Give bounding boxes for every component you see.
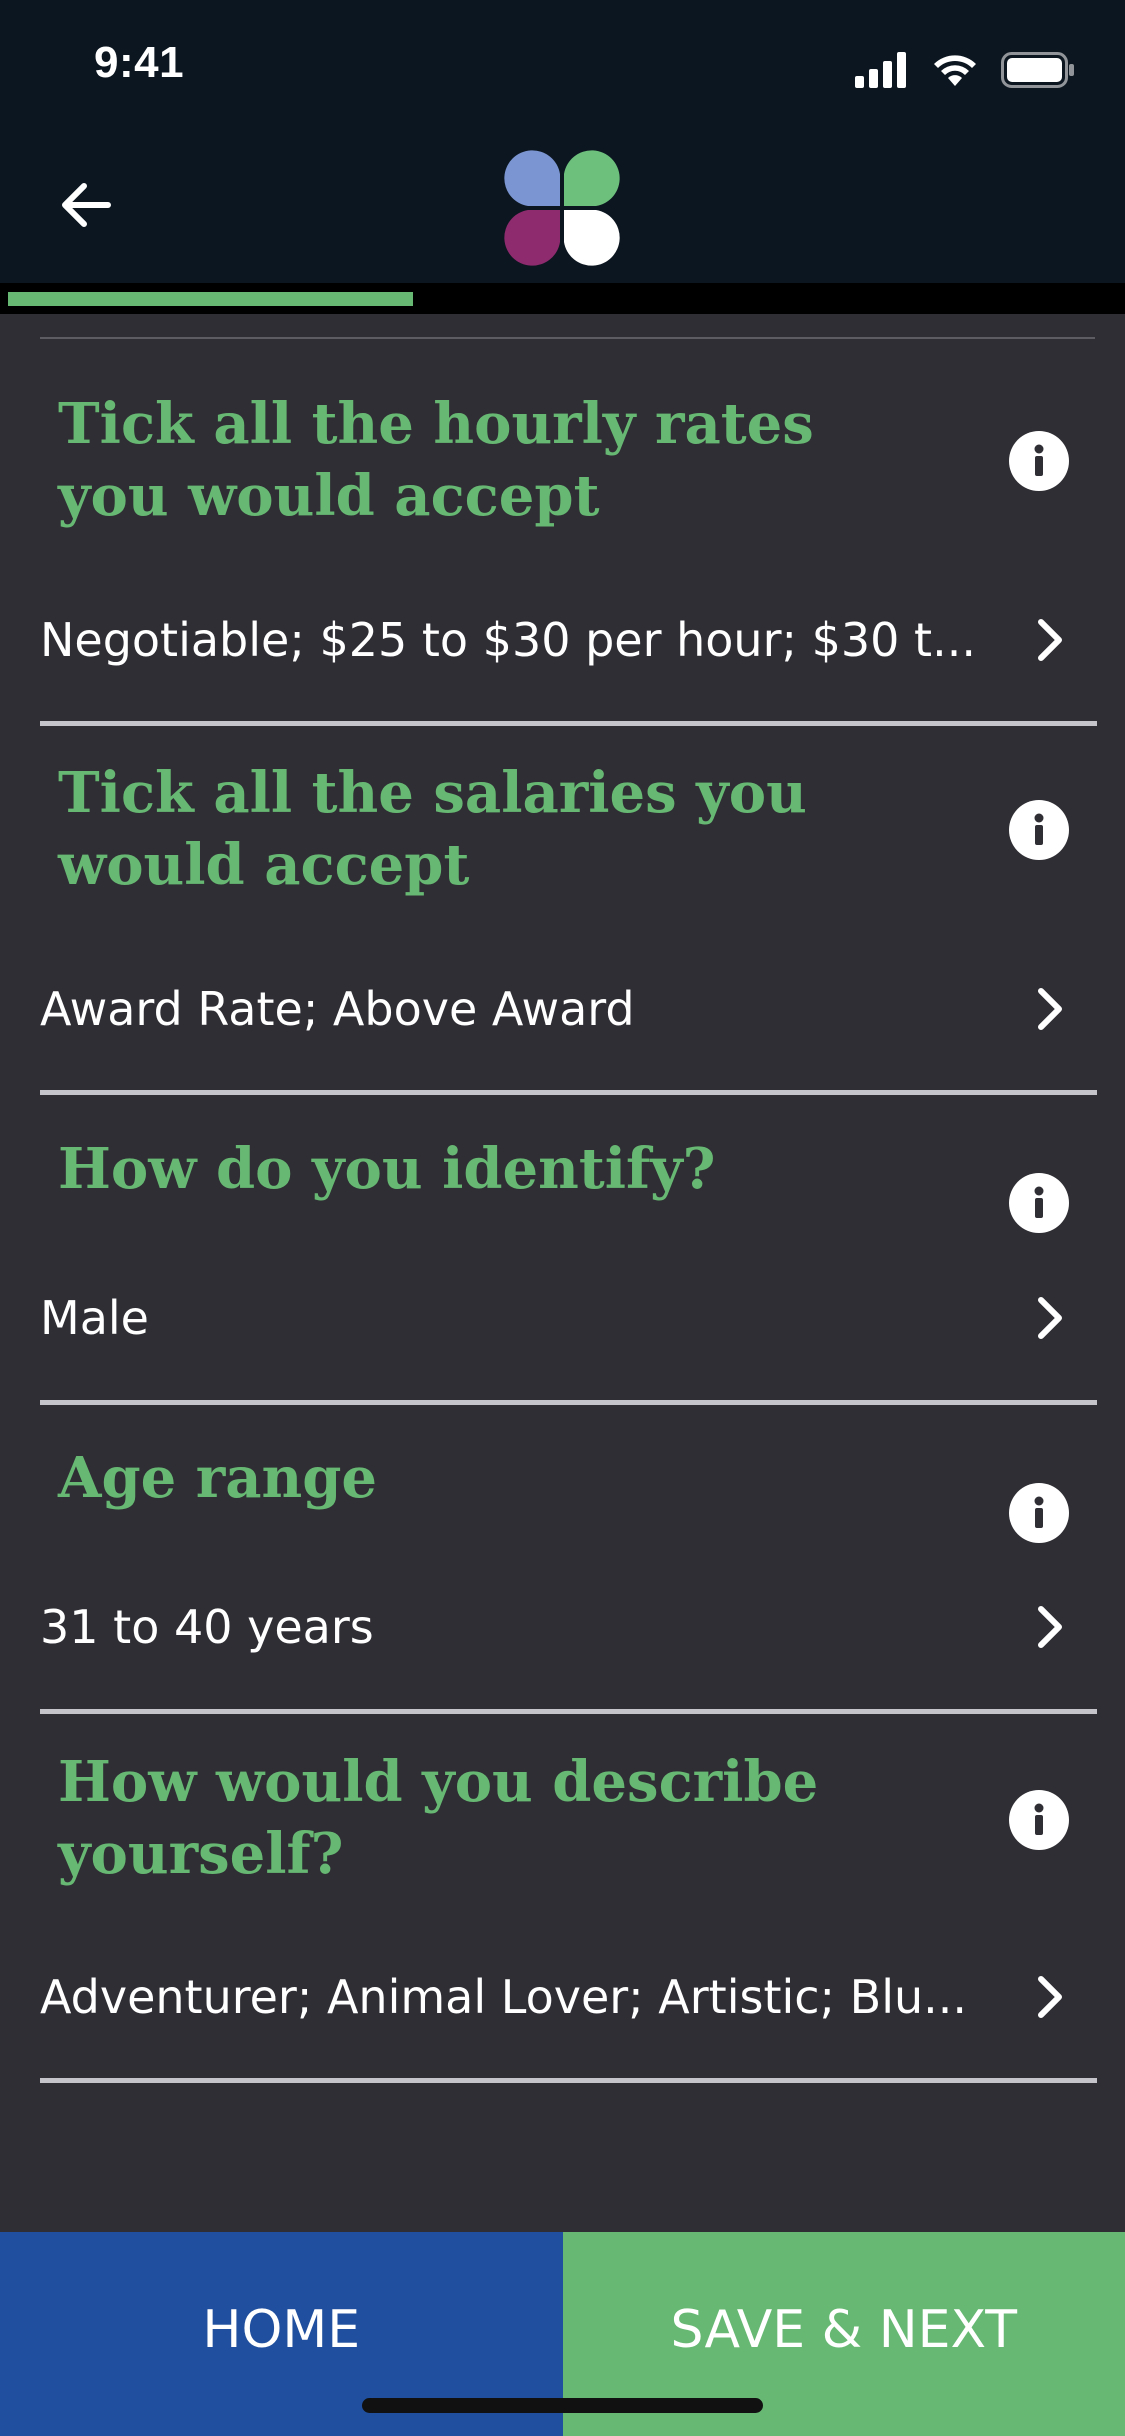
section-age-range: Age range 31 to 40 years <box>40 1442 1097 1717</box>
info-icon <box>1034 1496 1044 1528</box>
chevron-right-icon <box>1025 615 1075 665</box>
question-identify: How do you identify? <box>58 1136 716 1202</box>
answer-describe-yourself: Adventurer; Animal Lover; Artistic; Blu.… <box>40 1970 968 2024</box>
logo-petal-white <box>564 210 620 266</box>
section-divider <box>40 2078 1097 2083</box>
answer-row-identify[interactable]: Male <box>40 1278 1097 1358</box>
question-salaries: Tick all the salaries you would accept <box>58 760 807 898</box>
section-hourly-rates: Tick all the hourly rates you would acce… <box>40 388 1097 728</box>
answer-row-hourly-rates[interactable]: Negotiable; $25 to $30 per hour; $30 t..… <box>40 600 1097 680</box>
logo-petal-purple <box>504 210 560 266</box>
chevron-right-icon <box>1025 1972 1075 2022</box>
info-icon <box>1034 444 1044 476</box>
question-describe-yourself: How would you describe yourself? <box>58 1749 819 1887</box>
chevron-right-icon <box>1025 1602 1075 1652</box>
app-header: 9:41 <box>0 0 1125 283</box>
chevron-right-icon <box>1025 984 1075 1034</box>
wifi-icon <box>934 55 976 86</box>
answer-age-range: 31 to 40 years <box>40 1600 374 1654</box>
info-button[interactable] <box>1009 800 1069 860</box>
info-icon <box>1034 1803 1044 1835</box>
answer-row-salaries[interactable]: Award Rate; Above Award <box>40 969 1097 1049</box>
home-indicator <box>362 2398 763 2413</box>
section-salaries: Tick all the salaries you would accept A… <box>40 757 1097 1097</box>
info-button[interactable] <box>1009 1483 1069 1543</box>
info-button[interactable] <box>1009 1173 1069 1233</box>
info-button[interactable] <box>1009 431 1069 491</box>
battery-icon <box>1001 52 1074 88</box>
signal-icon <box>855 52 906 88</box>
top-divider <box>40 337 1095 339</box>
progress-fill <box>8 292 413 306</box>
section-divider <box>40 1709 1097 1714</box>
section-divider <box>40 721 1097 726</box>
section-divider <box>40 1400 1097 1405</box>
app-screen: 9:41 Tick all the hourly rates you would… <box>0 0 1125 2436</box>
section-divider <box>40 1090 1097 1095</box>
section-describe-yourself: How would you describe yourself? Adventu… <box>40 1746 1097 2086</box>
question-age-range: Age range <box>58 1445 378 1511</box>
status-time: 9:41 <box>94 38 185 87</box>
info-button[interactable] <box>1009 1790 1069 1850</box>
answer-salaries: Award Rate; Above Award <box>40 982 635 1036</box>
answer-row-describe-yourself[interactable]: Adventurer; Animal Lover; Artistic; Blu.… <box>40 1957 1097 2037</box>
logo-petal-blue <box>504 150 560 206</box>
answer-row-age-range[interactable]: 31 to 40 years <box>40 1587 1097 1667</box>
info-icon <box>1034 1186 1044 1218</box>
question-hourly-rates: Tick all the hourly rates you would acce… <box>58 391 814 529</box>
app-logo-icon <box>504 150 620 266</box>
answer-identify: Male <box>40 1291 149 1345</box>
answer-hourly-rates: Negotiable; $25 to $30 per hour; $30 t..… <box>40 613 976 667</box>
section-identify: How do you identify? Male <box>40 1133 1097 1408</box>
status-icons <box>855 48 1075 92</box>
arrow-left-icon <box>62 183 111 227</box>
back-button[interactable] <box>50 170 120 240</box>
info-icon <box>1034 813 1044 845</box>
chevron-right-icon <box>1025 1293 1075 1343</box>
logo-petal-green <box>564 150 620 206</box>
